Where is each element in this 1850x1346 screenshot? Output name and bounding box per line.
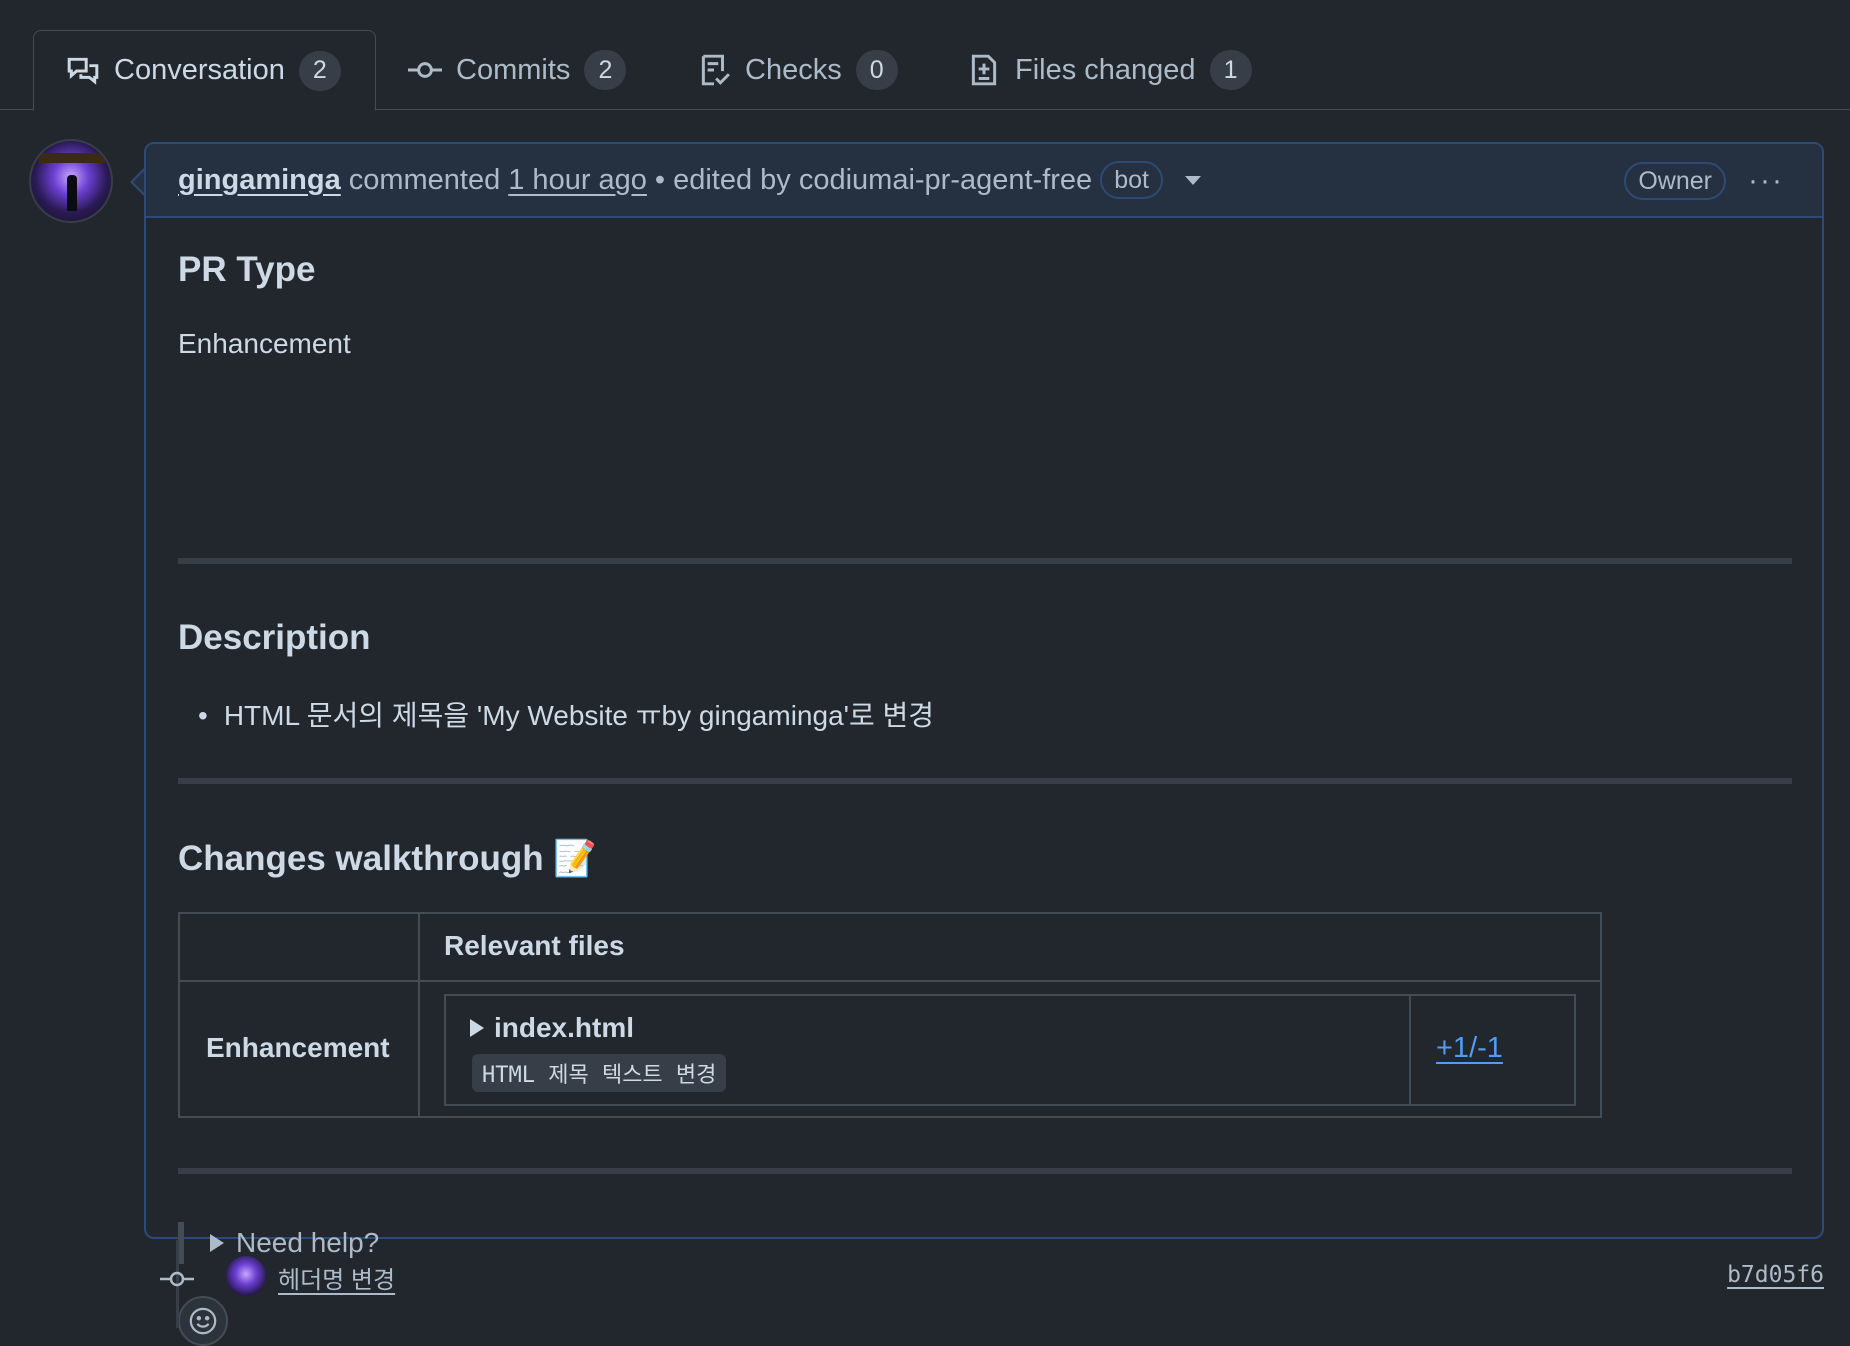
walkthrough-table: Relevant files Enhancement index.html HT…	[178, 912, 1602, 1118]
divider	[178, 778, 1792, 784]
commit-author-avatar[interactable]	[226, 1256, 266, 1296]
commit-sha-link[interactable]: b7d05f6	[1727, 1262, 1824, 1288]
description-item: HTML 문서의 제목을 'My Website ㅠby gingaminga'…	[198, 694, 934, 734]
separator-dot: •	[654, 163, 666, 196]
file-summary-code: HTML 제목 텍스트 변경	[472, 1054, 727, 1092]
pr-tab-bar: Conversation 2 Commits 2 Checks 0 Files …	[0, 0, 1850, 111]
table-category: Enhancement	[206, 1032, 390, 1063]
tab-label: Checks	[745, 53, 842, 86]
pr-type-heading: PR Type	[178, 250, 316, 289]
divider	[178, 1168, 1792, 1174]
divider	[178, 558, 1792, 564]
commit-message-link[interactable]: 헤더명 변경	[278, 1260, 395, 1295]
author-avatar[interactable]	[29, 139, 113, 223]
avatar-detail	[67, 175, 77, 211]
edited-by-text: edited by codiumai-pr-agent-free	[673, 163, 1093, 196]
tab-checks[interactable]: Checks 0	[665, 30, 930, 110]
comment-action: commented	[348, 163, 501, 196]
file-details-toggle[interactable]: index.html	[470, 1012, 634, 1044]
tab-counter: 1	[1209, 50, 1252, 90]
checklist-icon	[701, 54, 730, 86]
diff-stats-link[interactable]: +1/-1	[1436, 1032, 1503, 1065]
tab-counter: 2	[298, 50, 341, 91]
need-help-toggle[interactable]: Need help?	[178, 1222, 379, 1264]
comment-author-link[interactable]: gingaminga	[178, 164, 341, 197]
tab-conversation[interactable]: Conversation 2	[33, 30, 376, 111]
tab-commits[interactable]: Commits 2	[376, 30, 658, 110]
disclosure-triangle-icon	[470, 1019, 484, 1037]
need-help-label: Need help?	[236, 1227, 380, 1258]
disclosure-triangle-icon	[210, 1234, 224, 1252]
table-divider	[180, 980, 1600, 982]
pr-type-value: Enhancement	[178, 328, 351, 359]
more-options-icon[interactable]: ···	[1748, 164, 1784, 198]
tab-counter: 2	[584, 50, 627, 90]
comment-discussion-icon	[67, 57, 99, 85]
file-diff-icon	[971, 54, 997, 86]
tab-files-changed[interactable]: Files changed 1	[935, 30, 1284, 110]
comment-box: gingaminga commented 1 hour ago • edited…	[144, 142, 1824, 1346]
table-divider	[1409, 996, 1411, 1104]
table-divider	[418, 914, 420, 1116]
comment-time-link[interactable]: 1 hour ago	[508, 164, 647, 197]
tab-counter: 0	[855, 50, 898, 90]
comment-header: gingaminga commented 1 hour ago • edited…	[146, 144, 1822, 218]
git-commit-icon	[160, 1271, 194, 1287]
avatar-detail	[39, 153, 105, 163]
git-commit-icon	[408, 62, 442, 78]
edit-history-dropdown-icon[interactable]	[1184, 175, 1201, 185]
bot-badge: bot	[1100, 161, 1163, 199]
owner-badge: Owner	[1624, 162, 1726, 200]
file-name: index.html	[494, 1012, 635, 1043]
walkthrough-heading: Changes walkthrough 📝	[178, 839, 597, 878]
smiley-icon	[189, 1307, 217, 1335]
tab-label: Conversation	[114, 54, 285, 86]
description-heading: Description	[178, 618, 371, 657]
table-header-relevant-files: Relevant files	[444, 930, 625, 961]
add-reaction-button[interactable]	[178, 1296, 228, 1346]
file-row: index.html HTML 제목 텍스트 변경 +1/-1	[444, 994, 1576, 1106]
tab-label: Commits	[456, 53, 571, 86]
tab-label: Files changed	[1015, 53, 1196, 86]
